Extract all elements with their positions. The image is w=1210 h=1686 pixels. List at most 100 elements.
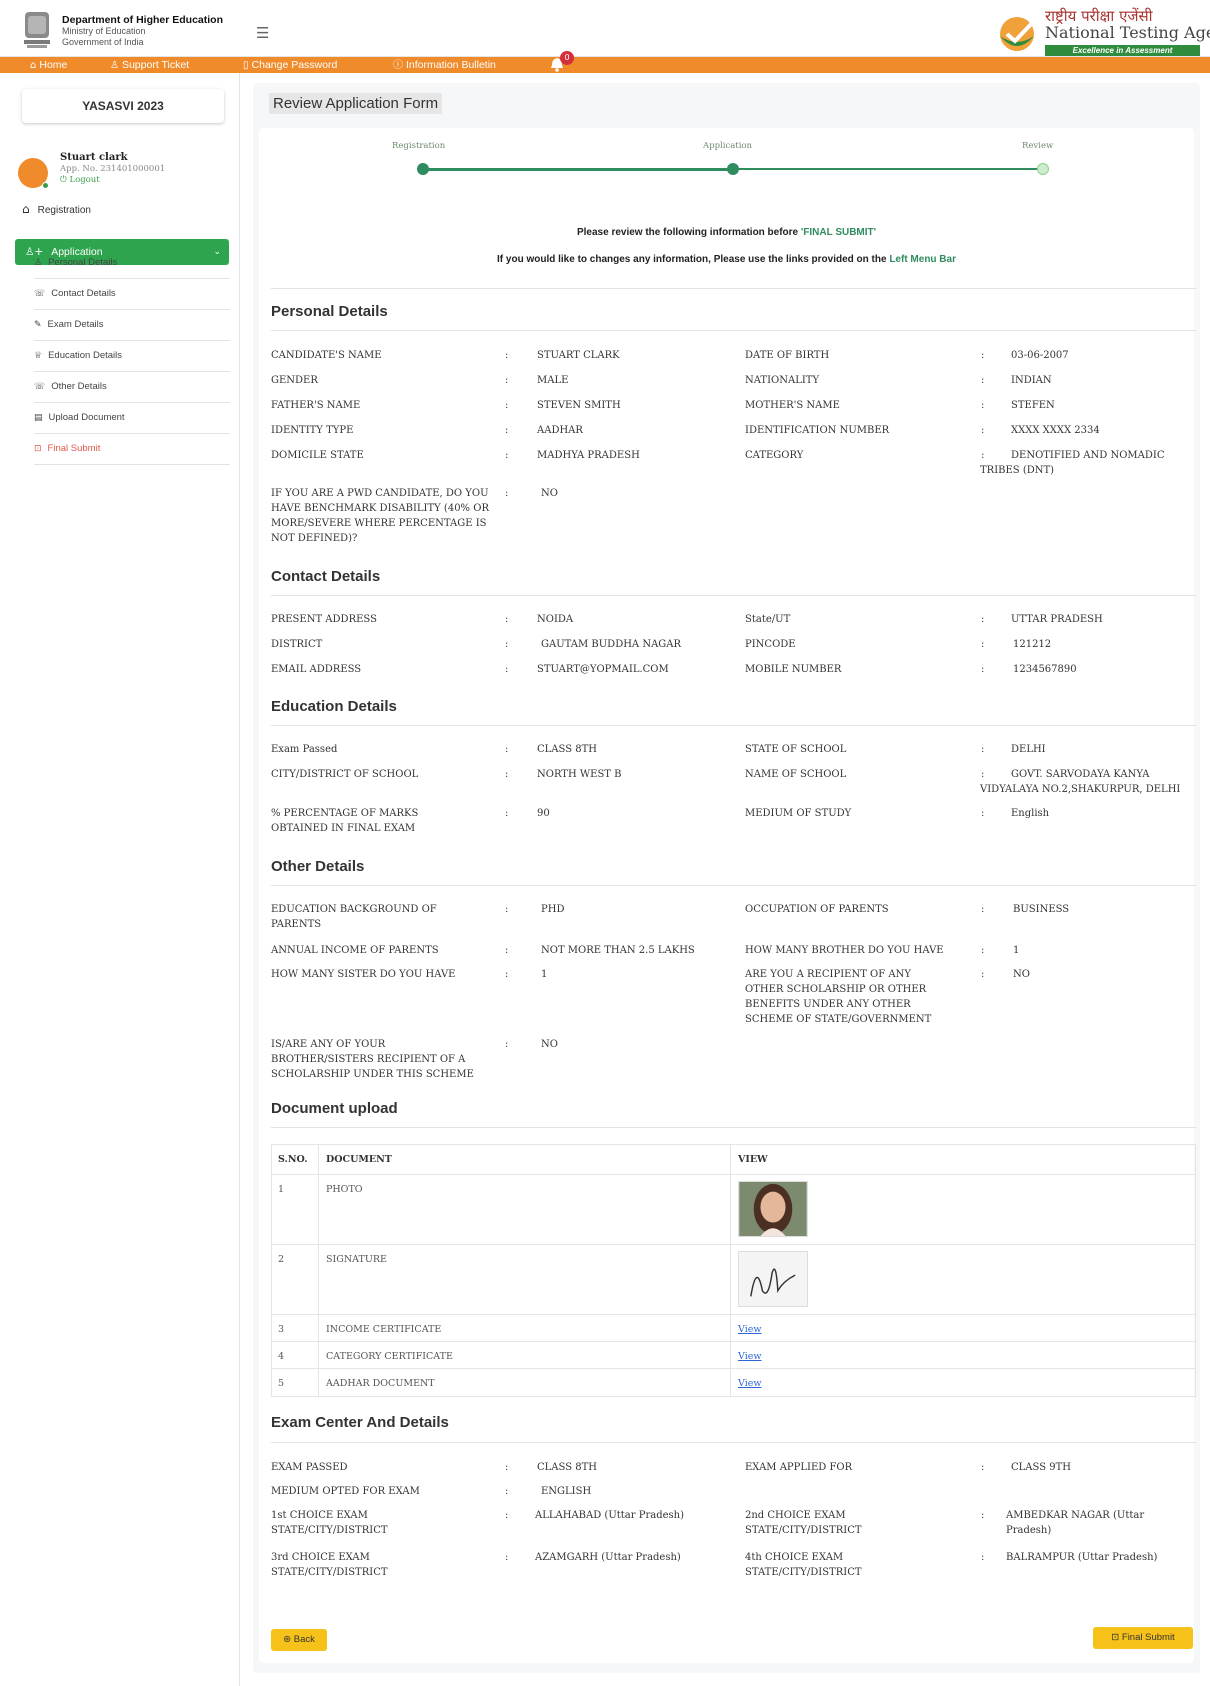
upload-icon: ▤ (34, 413, 43, 423)
divider (271, 288, 1196, 289)
colon: : (505, 808, 509, 819)
signature-thumbnail[interactable] (738, 1251, 808, 1307)
field-label: FATHER'S NAME (271, 400, 361, 411)
colon: : (981, 945, 985, 956)
column-divider (318, 1315, 319, 1341)
sidebar-item-personal-details[interactable]: ♙ Personal Details (34, 248, 230, 279)
field-label: EXAM PASSED (271, 1462, 348, 1473)
section-title-personal: Personal Details (271, 303, 388, 320)
field-label: ARE YOU A RECIPIENT OF ANY OTHER SCHOLAR… (745, 969, 932, 1025)
colon: : (981, 744, 985, 755)
final-submit-label: Final Submit (47, 443, 101, 454)
section-title-other: Other Details (271, 858, 365, 875)
view-link-aadhar[interactable]: View (738, 1378, 762, 1389)
colon: : (505, 664, 509, 675)
colon: : (981, 808, 985, 819)
back-icon: ⊛ (283, 1634, 294, 1645)
colon: : (981, 904, 985, 915)
field-label: CANDIDATE'S NAME (271, 350, 382, 361)
field-value: INDIAN (1011, 375, 1052, 386)
field-label: EMAIL ADDRESS (271, 664, 362, 675)
sidebar: YASASVI 2023 Stuart clark App. No. 23140… (0, 73, 240, 1686)
field-label: 2nd CHOICE EXAM STATE/CITY/DISTRICT (745, 1510, 862, 1536)
nav-support-ticket[interactable]: ♙ Support Ticket (110, 58, 189, 73)
sidebar-item-upload-document[interactable]: ▤ Upload Document (34, 403, 230, 434)
field-value: 1 (1013, 945, 1020, 956)
final-submit-button-label: Final Submit (1121, 1632, 1175, 1643)
colon: : (981, 639, 985, 650)
view-link-category[interactable]: View (738, 1351, 762, 1362)
sidebar-item-final-submit[interactable]: ⊡ Final Submit (34, 434, 230, 465)
table-row: 5 AADHAR DOCUMENT View (272, 1369, 1195, 1396)
upload-document-label: Upload Document (48, 412, 125, 423)
exam-details-label: Exam Details (47, 319, 104, 330)
header-sno: S.NO. (278, 1154, 308, 1165)
field-value: PHD (541, 904, 565, 915)
colon: : (981, 614, 985, 625)
sidebar-item-contact-details[interactable]: ☏ Contact Details (34, 279, 230, 310)
other-details-label: Other Details (51, 381, 107, 392)
contact-details-label: Contact Details (51, 288, 116, 299)
divider (271, 1442, 1196, 1443)
colon: : (505, 488, 509, 499)
field-value: MADHYA PRADESH (537, 450, 640, 461)
field-label: NATIONALITY (745, 375, 820, 386)
sidebar-item-exam-details[interactable]: ✎ Exam Details (34, 310, 230, 341)
row-sno: 4 (278, 1351, 285, 1362)
column-divider (318, 1175, 319, 1244)
field-value: BALRAMPUR (Uttar Pradesh) (1006, 1552, 1158, 1563)
column-divider (730, 1145, 731, 1174)
field-label: IDENTIFICATION NUMBER (745, 425, 890, 436)
notice-highlight: 'FINAL SUBMIT' (800, 227, 877, 238)
sidebar-item-registration[interactable]: ⌂ Registration (22, 202, 91, 216)
sidebar-item-education-details[interactable]: ♕ Education Details (34, 341, 230, 372)
field-value: ALLAHABAD (Uttar Pradesh) (535, 1510, 684, 1521)
field-label: STATE OF SCHOOL (745, 744, 847, 755)
section-title-documents: Document upload (271, 1100, 398, 1117)
nav-change-password[interactable]: ▯ Change Password (243, 58, 337, 73)
field-label: CITY/DISTRICT OF SCHOOL (271, 769, 419, 780)
colon: : (505, 375, 509, 386)
row-document: AADHAR DOCUMENT (326, 1378, 435, 1389)
nav-information-bulletin[interactable]: ⓘ Information Bulletin (393, 58, 496, 73)
notification-badge: 0 (560, 51, 574, 65)
column-divider (318, 1245, 319, 1314)
colon: : (981, 425, 985, 436)
divider (271, 595, 1196, 596)
table-row: 4 CATEGORY CERTIFICATE View (272, 1342, 1195, 1369)
field-value: NOIDA (537, 614, 574, 625)
divider (271, 1127, 1196, 1128)
nav-bulletin-label: Information Bulletin (406, 59, 496, 71)
field-label: 4th CHOICE EXAM STATE/CITY/DISTRICT (745, 1552, 862, 1578)
field-value: AZAMGARH (Uttar Pradesh) (535, 1552, 681, 1563)
building-icon: ⌂ (22, 202, 30, 216)
final-submit-button[interactable]: ⊡ Final Submit (1093, 1627, 1193, 1649)
section-title-education: Education Details (271, 698, 397, 715)
photo-thumbnail[interactable] (738, 1181, 808, 1237)
change-notice: If you would like to changes any informa… (253, 254, 1200, 265)
field-label: OCCUPATION OF PARENTS (745, 904, 889, 915)
sidebar-item-other-details[interactable]: ☏ Other Details (34, 372, 230, 403)
field-label: CATEGORY (745, 450, 804, 461)
logout-link[interactable]: ⏻ Logout (60, 175, 100, 185)
hamburger-icon[interactable]: ☰ (256, 24, 269, 42)
nav-home[interactable]: ⌂ Home (30, 58, 67, 73)
submit-icon: ⊡ (34, 444, 42, 454)
colon: : (505, 769, 509, 780)
view-link-income[interactable]: View (738, 1324, 762, 1335)
colon: : (505, 350, 509, 361)
nav-support-label: Support Ticket (121, 59, 190, 71)
field-value: STEFEN (1011, 400, 1055, 411)
step-dot-registration (417, 163, 429, 175)
field-value: CLASS 8TH (537, 1462, 597, 1473)
field-value: BUSINESS (1013, 904, 1070, 915)
row-sno: 3 (278, 1324, 285, 1335)
colon: : (981, 400, 985, 411)
column-divider (318, 1145, 319, 1174)
stepper-line-pending (730, 168, 1040, 170)
education-details-label: Education Details (48, 350, 123, 361)
colon: : (981, 1462, 985, 1473)
back-button[interactable]: ⊛ Back (271, 1629, 327, 1651)
field-label: ANNUAL INCOME OF PARENTS (271, 945, 439, 956)
column-divider (730, 1315, 731, 1341)
